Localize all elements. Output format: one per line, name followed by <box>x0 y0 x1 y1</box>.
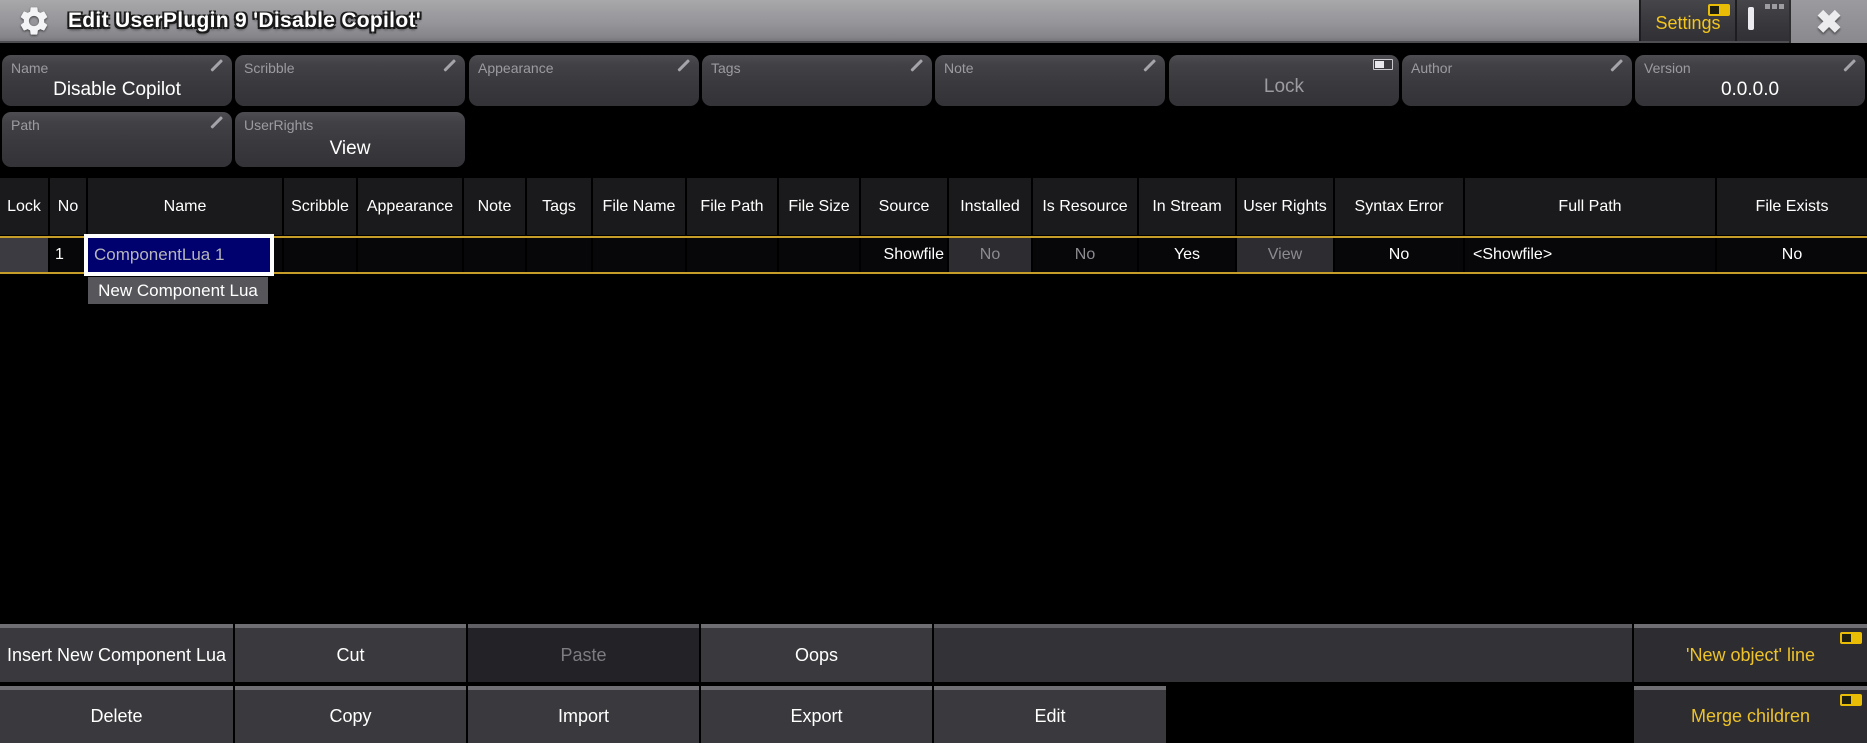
tags-field-label: Tags <box>711 60 741 76</box>
oops-button[interactable]: Oops <box>701 624 932 682</box>
window-title: Edit UserPlugin 9 'Disable Copilot' <box>68 9 421 33</box>
column-header-syntax-error: Syntax Error <box>1335 178 1463 235</box>
pencil-icon <box>677 59 689 71</box>
merge-children-label: Merge children <box>1691 706 1810 727</box>
table-header: Lock No Name Scribble Appearance Note Ta… <box>0 178 1867 235</box>
cell-file-name[interactable] <box>593 238 685 272</box>
userrights-field-label: UserRights <box>244 117 313 133</box>
column-header-appearance: Appearance <box>358 178 462 235</box>
dots-indicator-icon <box>1765 4 1784 9</box>
path-field[interactable]: Path <box>2 112 232 167</box>
edit-button[interactable]: Edit <box>934 686 1166 743</box>
new-object-line-label: 'New object' line <box>1686 645 1815 666</box>
column-header-file-exists: File Exists <box>1717 178 1867 235</box>
cell-note[interactable] <box>464 238 525 272</box>
version-field-value: 0.0.0.0 <box>1635 79 1865 101</box>
pencil-icon <box>443 59 455 71</box>
export-button[interactable]: Export <box>701 686 932 743</box>
column-header-scribble: Scribble <box>284 178 356 235</box>
new-object-line-button[interactable]: 'New object' line <box>1634 624 1867 682</box>
merge-children-button[interactable]: Merge children <box>1634 686 1867 743</box>
scribble-field-label: Scribble <box>244 60 295 76</box>
userrights-field-value: View <box>235 138 465 160</box>
edit-userplugin-dialog: Edit UserPlugin 9 'Disable Copilot' Sett… <box>0 0 1867 743</box>
paste-button[interactable]: Paste <box>468 624 699 682</box>
cell-installed[interactable]: No <box>949 238 1031 272</box>
name-field-value: Disable Copilot <box>2 79 232 101</box>
appearance-field-label: Appearance <box>478 60 554 76</box>
import-button[interactable]: Import <box>468 686 699 743</box>
cell-source[interactable]: Showfile <box>861 238 947 272</box>
pencil-icon <box>910 59 922 71</box>
cell-file-size[interactable] <box>779 238 859 272</box>
lock-toggle-icon <box>1373 59 1393 70</box>
lock-button-label: Lock <box>1169 76 1399 98</box>
pencil-icon <box>210 116 222 128</box>
monitor-button[interactable] <box>1735 0 1789 41</box>
column-header-user-rights: User Rights <box>1237 178 1333 235</box>
note-field-label: Note <box>944 60 974 76</box>
cell-appearance[interactable] <box>358 238 462 272</box>
monitor-icon <box>1748 10 1778 38</box>
cell-lock[interactable] <box>0 238 48 272</box>
column-header-in-stream: In Stream <box>1139 178 1235 235</box>
cell-is-resource[interactable]: No <box>1033 238 1137 272</box>
userrights-field[interactable]: UserRights View <box>235 112 465 167</box>
version-field-label: Version <box>1644 60 1691 76</box>
column-header-name: Name <box>88 178 282 235</box>
gear-icon <box>14 1 54 41</box>
note-field[interactable]: Note <box>935 55 1165 106</box>
settings-toggle-icon <box>1708 4 1730 16</box>
cell-user-rights[interactable]: View <box>1237 238 1333 272</box>
column-header-file-size: File Size <box>779 178 859 235</box>
name-suggestion-option[interactable]: New Component Lua <box>88 277 268 304</box>
cell-in-stream[interactable]: Yes <box>1139 238 1235 272</box>
empty-button-area <box>934 624 1632 682</box>
column-header-file-name: File Name <box>593 178 685 235</box>
cell-full-path[interactable]: <Showfile> <box>1465 238 1715 272</box>
pencil-icon <box>210 59 222 71</box>
title-bar: Edit UserPlugin 9 'Disable Copilot' Sett… <box>0 0 1867 43</box>
cell-file-exists[interactable]: No <box>1717 238 1867 272</box>
lock-button[interactable]: Lock <box>1169 55 1399 106</box>
column-header-lock: Lock <box>0 178 48 235</box>
pencil-icon <box>1843 59 1855 71</box>
merge-children-toggle-icon <box>1840 694 1862 706</box>
close-button[interactable]: ✖ <box>1789 0 1867 43</box>
column-header-source: Source <box>861 178 947 235</box>
column-header-installed: Installed <box>949 178 1031 235</box>
new-object-line-toggle-icon <box>1840 632 1862 644</box>
column-header-note: Note <box>464 178 525 235</box>
settings-button[interactable]: Settings <box>1639 0 1735 41</box>
column-header-no: No <box>50 178 86 235</box>
column-header-full-path: Full Path <box>1465 178 1715 235</box>
insert-new-component-lua-button[interactable]: Insert New Component Lua <box>0 624 233 682</box>
column-header-tags: Tags <box>527 178 591 235</box>
pencil-icon <box>1610 59 1622 71</box>
delete-button[interactable]: Delete <box>0 686 233 743</box>
copy-button[interactable]: Copy <box>235 686 466 743</box>
cut-button[interactable]: Cut <box>235 624 466 682</box>
author-field-label: Author <box>1411 60 1452 76</box>
column-header-is-resource: Is Resource <box>1033 178 1137 235</box>
path-field-label: Path <box>11 117 40 133</box>
cell-no[interactable]: 1 <box>50 238 86 272</box>
cell-tags[interactable] <box>527 238 591 272</box>
name-field[interactable]: Name Disable Copilot <box>2 55 232 106</box>
tags-field[interactable]: Tags <box>702 55 932 106</box>
close-icon: ✖ <box>1816 3 1843 41</box>
version-field[interactable]: Version 0.0.0.0 <box>1635 55 1865 106</box>
table-row: 1 Showfile No No Yes View No <Showfile> … <box>0 236 1867 274</box>
appearance-field[interactable]: Appearance <box>469 55 699 106</box>
column-header-file-path: File Path <box>687 178 777 235</box>
scribble-field[interactable]: Scribble <box>235 55 465 106</box>
cell-file-path[interactable] <box>687 238 777 272</box>
author-field[interactable]: Author <box>1402 55 1632 106</box>
settings-label: Settings <box>1655 13 1720 41</box>
name-field-label: Name <box>11 60 48 76</box>
pencil-icon <box>1143 59 1155 71</box>
cell-syntax-error[interactable]: No <box>1335 238 1463 272</box>
cell-scribble[interactable] <box>284 238 356 272</box>
name-edit-input[interactable]: ComponentLua 1 <box>84 234 274 276</box>
